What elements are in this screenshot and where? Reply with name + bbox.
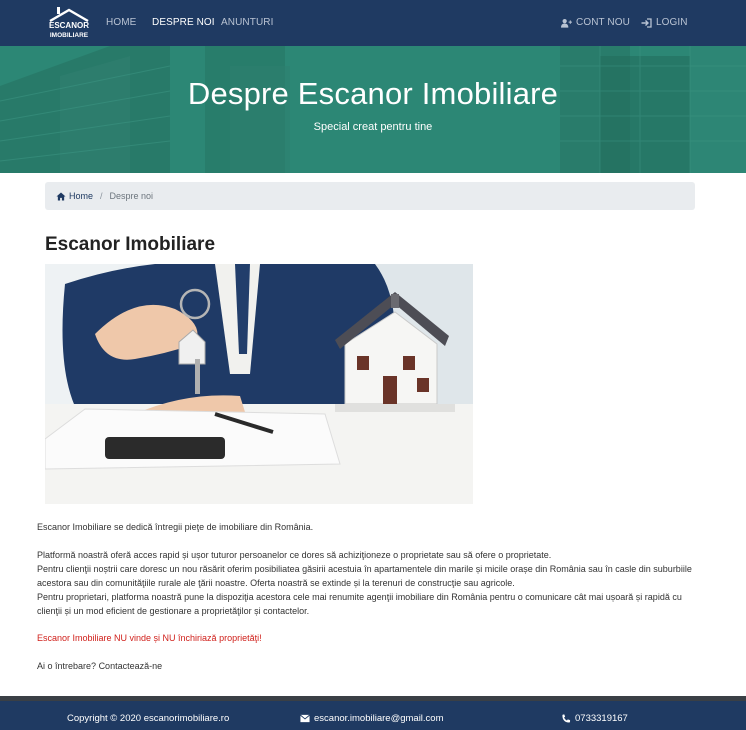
- about-photo: [45, 264, 473, 504]
- site-logo[interactable]: ESCANOR IMOBILIARE: [46, 6, 92, 40]
- envelope-icon: [300, 714, 310, 723]
- navbar: ESCANOR IMOBILIARE HOME DESPRE NOI ANUNT…: [0, 0, 746, 46]
- login-label: LOGIN: [656, 17, 688, 28]
- hero-title: Despre Escanor Imobiliare: [187, 76, 559, 111]
- question-text: Ai o întrebare?: [37, 661, 97, 671]
- contact-prompt: Ai o întrebare? Contactează-ne: [37, 659, 702, 673]
- register-label: CONT NOU: [576, 17, 630, 28]
- footer-email[interactable]: escanor.imobiliare@gmail.com: [300, 713, 444, 724]
- breadcrumb: Home / Despre noi: [45, 182, 695, 210]
- nav-home[interactable]: HOME: [106, 17, 136, 28]
- hero-banner: Despre Escanor Imobiliare Special creat …: [0, 46, 746, 173]
- nav-anunturi[interactable]: ANUNTURI: [221, 17, 273, 28]
- user-plus-icon: [561, 18, 572, 28]
- footer-phone[interactable]: 0733319167: [561, 713, 628, 724]
- phone-icon: [562, 714, 571, 723]
- breadcrumb-home-label: Home: [69, 191, 94, 201]
- intro-paragraph: Escanor Imobiliare se dedică întregii pi…: [37, 522, 314, 532]
- home-icon: [56, 191, 66, 201]
- footer-phone-label: 0733319167: [575, 713, 628, 724]
- login-link[interactable]: LOGIN: [641, 17, 688, 28]
- footer: Copyright © 2020 escanorimobiliare.ro es…: [0, 701, 746, 730]
- footer-email-label: escanor.imobiliare@gmail.com: [314, 713, 444, 724]
- register-link[interactable]: CONT NOU: [561, 17, 630, 28]
- contact-link[interactable]: Contactează-ne: [99, 661, 163, 671]
- agent-keys-house-image: [45, 264, 473, 504]
- sign-in-icon: [641, 17, 652, 28]
- owners-paragraph: Pentru proprietari, platforma noastră pu…: [37, 592, 682, 616]
- breadcrumb-current: Despre noi: [109, 191, 154, 201]
- clients-paragraph: Pentru clienţii noștrii care doresc un n…: [37, 564, 692, 588]
- footer-copyright: Copyright © 2020 escanorimobiliare.ro: [67, 713, 230, 724]
- disclaimer-text: Escanor Imobiliare NU vinde și NU închir…: [37, 633, 262, 643]
- page-heading: Escanor Imobiliare: [45, 234, 216, 255]
- svg-text:ESCANOR: ESCANOR: [49, 21, 89, 30]
- breadcrumb-separator: /: [100, 191, 103, 201]
- hero-subtitle: Special creat pentru tine: [313, 121, 433, 133]
- platform-paragraph: Platformă noastră oferă acces rapid și u…: [37, 550, 552, 560]
- nav-despre-noi[interactable]: DESPRE NOI: [152, 17, 215, 28]
- breadcrumb-home[interactable]: Home: [56, 191, 93, 201]
- svg-text:IMOBILIARE: IMOBILIARE: [50, 32, 89, 39]
